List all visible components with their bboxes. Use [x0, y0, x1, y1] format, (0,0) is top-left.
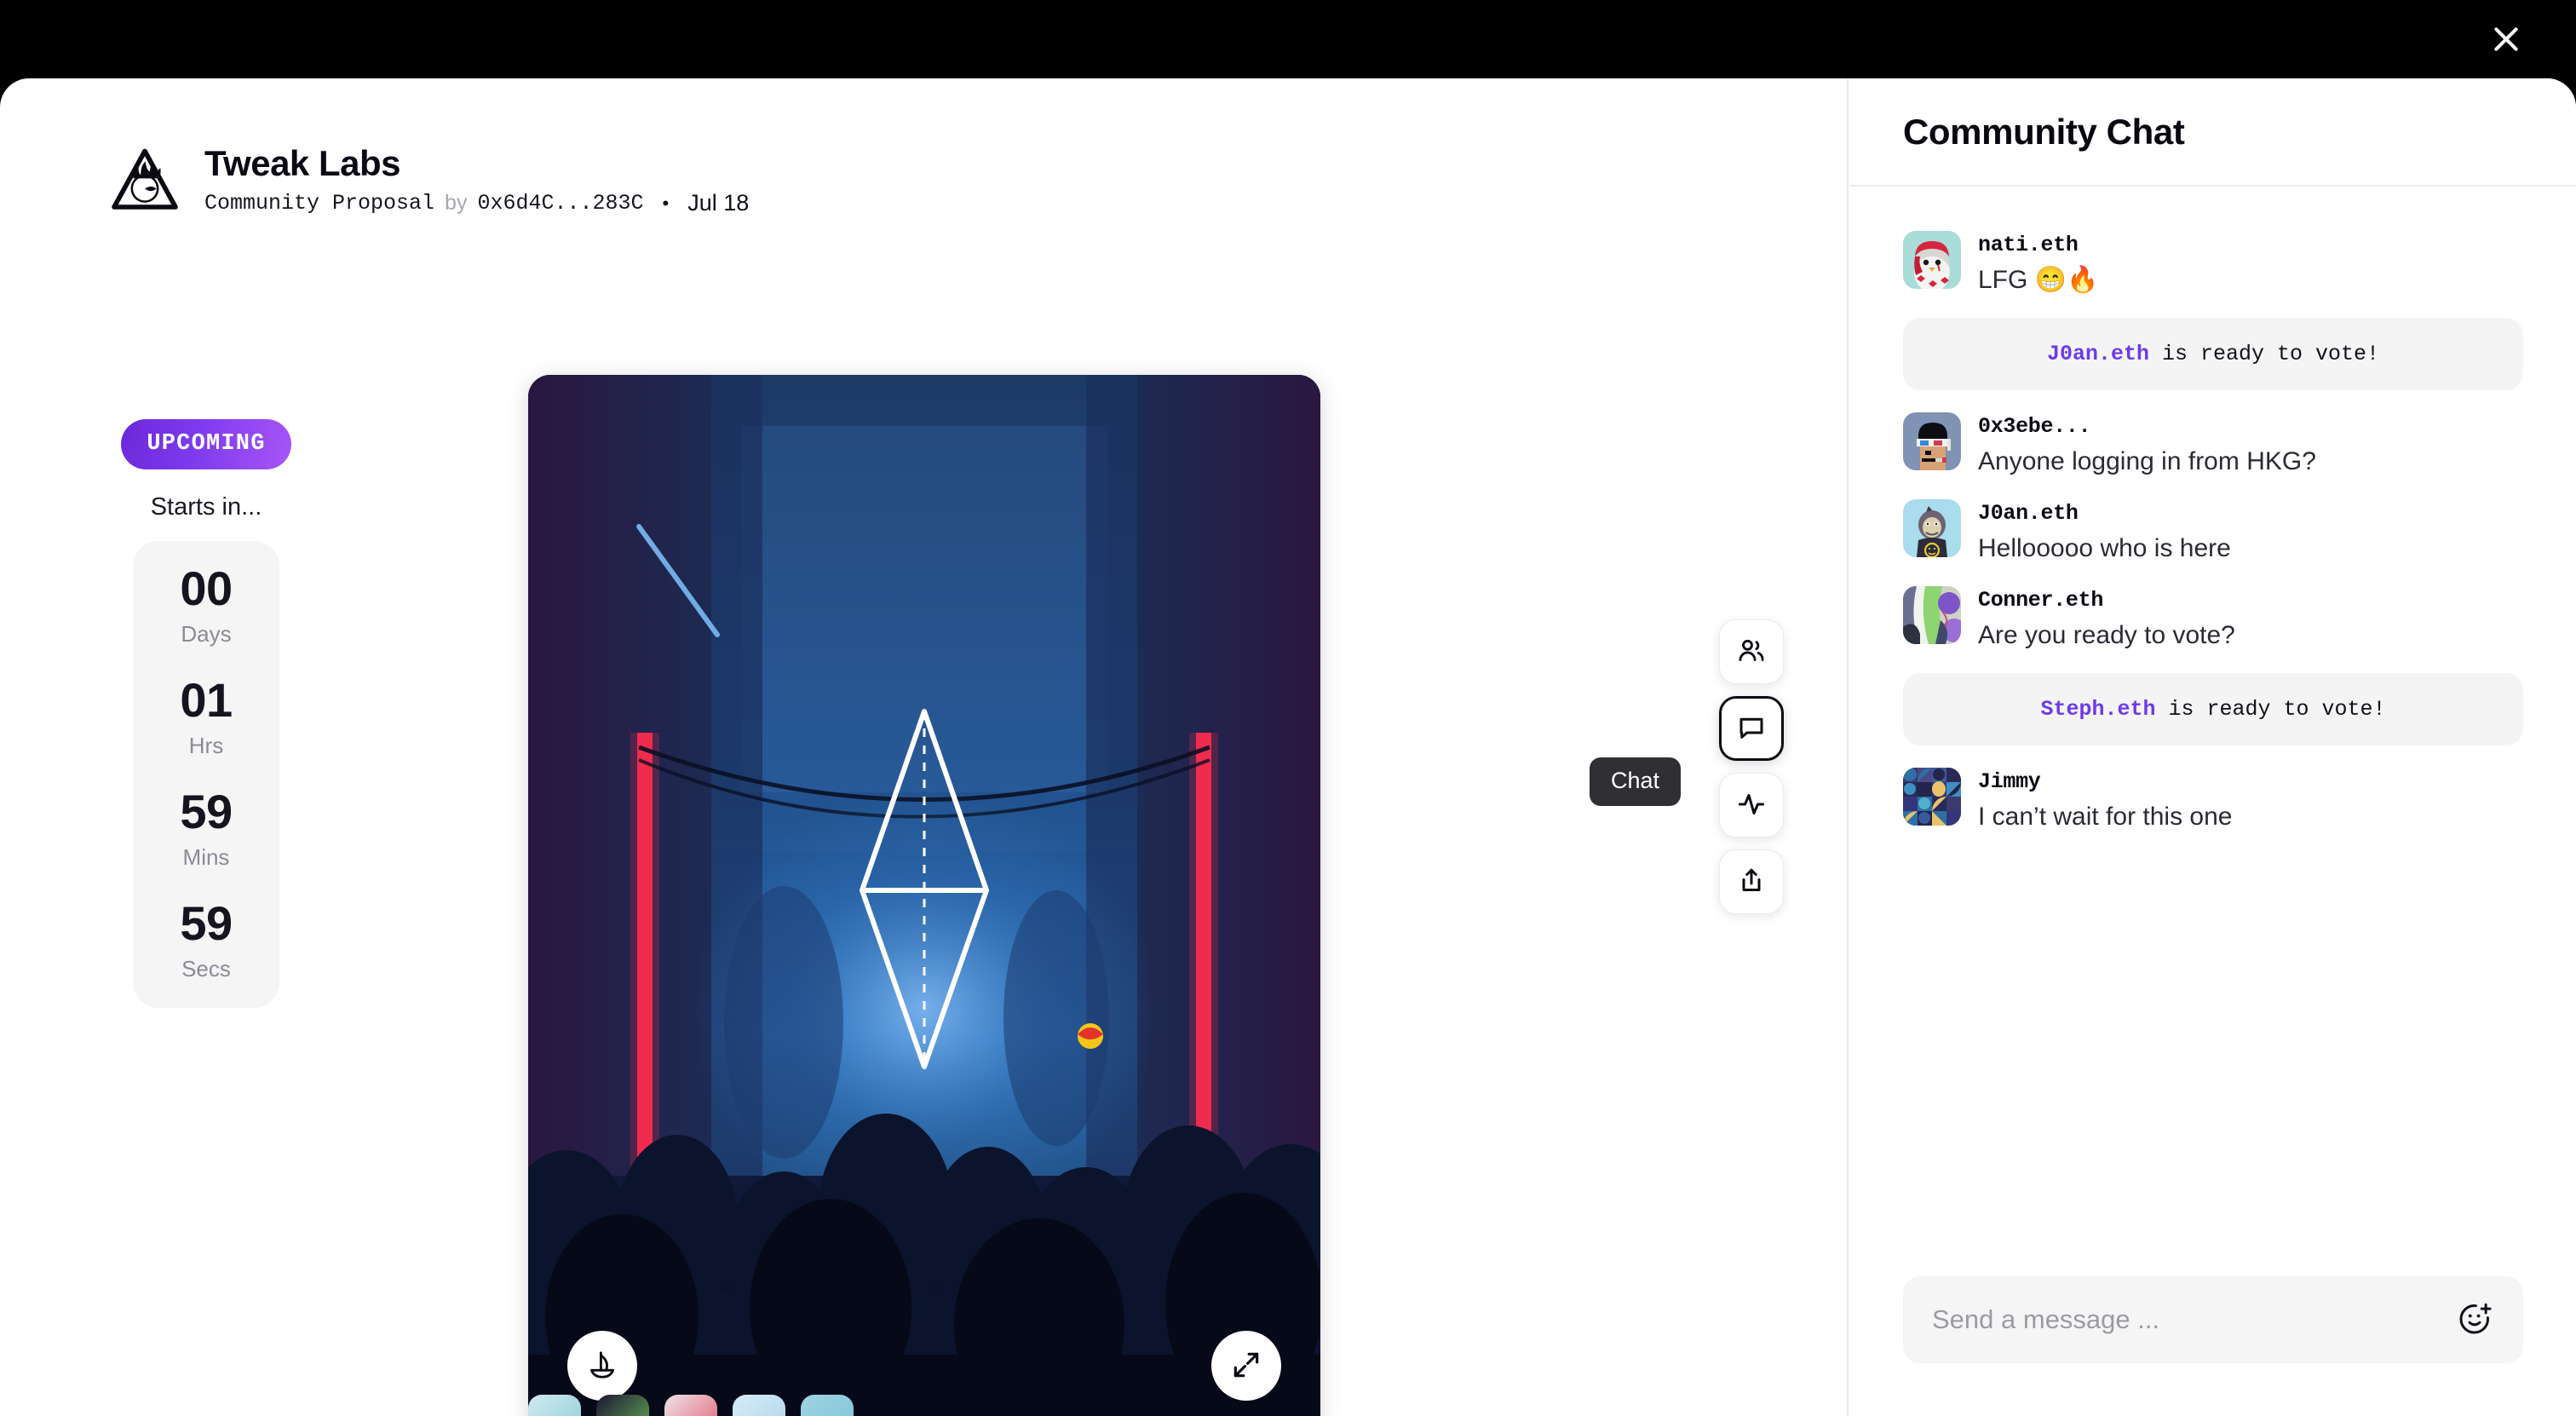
emoji-picker-button[interactable] [2455, 1301, 2494, 1339]
event-by-label: by [445, 191, 468, 216]
chat-bubble-icon [1736, 712, 1767, 745]
chat-system-message: Steph.eth is ready to vote! [1903, 673, 2523, 745]
chat-message-body: 0x3ebe... Anyone logging in from HKG? [1978, 412, 2316, 477]
countdown-secs-value: 59 [180, 896, 233, 950]
attendee-avatar-strip[interactable] [528, 1395, 854, 1416]
event-media-card[interactable] [528, 375, 1320, 1416]
opensea-sailboat-icon [586, 1349, 618, 1384]
chat-message-body: nati.eth LFG 😁🔥 [1978, 231, 2098, 296]
chat-input[interactable] [1932, 1304, 2455, 1335]
chat-message-user: nati.eth [1978, 233, 2079, 257]
attendee-avatar[interactable] [664, 1395, 717, 1416]
close-icon [2489, 22, 2523, 56]
chat-panel-header: Community Chat [1850, 78, 2576, 187]
chat-message-text: LFG 😁🔥 [1978, 266, 2099, 294]
countdown-unit-hours: 01 Hrs [180, 673, 233, 759]
chat-button[interactable] [1719, 696, 1784, 761]
action-rail [1719, 619, 1784, 914]
countdown-hours-value: 01 [180, 673, 233, 727]
countdown-days-label: Days [181, 621, 232, 647]
chat-message: nati.eth LFG 😁🔥 [1903, 231, 2523, 296]
chat-message-user: 0x3ebe... [1978, 414, 2091, 439]
expand-arrows-icon [1230, 1349, 1262, 1384]
chat-message: 0x3ebe... Anyone logging in from HKG? [1903, 412, 2523, 477]
countdown-unit-mins: 59 Mins [180, 785, 233, 871]
avatar[interactable] [1903, 231, 1961, 289]
chat-system-user: Steph.eth [2040, 697, 2156, 722]
pudgy-penguin-avatar [1903, 231, 1961, 289]
chat-message-text: Are you ready to vote? [1978, 621, 2235, 649]
chat-message-text: Anyone logging in from HKG? [1978, 447, 2316, 475]
chat-message-user: Conner.eth [1978, 588, 2104, 613]
chat-message: Jimmy I can’t wait for this one [1903, 768, 2523, 832]
generative-art-avatar [1903, 586, 1961, 644]
bored-ape-avatar [1903, 499, 1961, 557]
event-header: Tweak Labs Community Proposal by 0x6d4C.… [109, 143, 749, 216]
cryptopunk-avatar [1903, 412, 1961, 470]
chat-input-container[interactable] [1903, 1276, 2523, 1363]
modal-top-bar [0, 0, 2576, 78]
event-modal: Tweak Labs Community Proposal by 0x6d4C.… [0, 78, 2576, 1416]
countdown-column: UPCOMING Starts in... 00 Days 01 Hrs 59 … [95, 419, 317, 1008]
share-button[interactable] [1719, 849, 1784, 914]
event-artwork [528, 375, 1320, 1416]
close-button[interactable] [2472, 5, 2540, 73]
activity-pulse-icon [1736, 789, 1767, 822]
status-badge: UPCOMING [121, 419, 291, 469]
emoji-plus-icon [2457, 1301, 2493, 1339]
people-icon [1736, 636, 1767, 669]
attendee-avatar[interactable] [596, 1395, 649, 1416]
countdown-card: 00 Days 01 Hrs 59 Mins 59 Secs [133, 541, 279, 1008]
event-date: Jul 18 [687, 190, 750, 216]
avatar[interactable] [1903, 499, 1961, 557]
geometric-art-avatar [1903, 768, 1961, 826]
red-bull-logo [1078, 1023, 1103, 1049]
event-title: Tweak Labs [204, 143, 400, 183]
event-meta: Community Proposal by 0x6d4C...283C • Ju… [204, 190, 749, 216]
event-header-text: Tweak Labs Community Proposal by 0x6d4C.… [204, 143, 749, 216]
share-up-icon [1736, 866, 1767, 899]
chat-message: J0an.eth Hellooooo who is here [1903, 499, 2523, 564]
opensea-button[interactable] [567, 1331, 637, 1401]
chat-system-text: is ready to vote! [2155, 697, 2386, 722]
chat-message-text: I can’t wait for this one [1978, 803, 2233, 831]
participants-button[interactable] [1719, 619, 1784, 684]
attendee-avatar[interactable] [733, 1395, 785, 1416]
countdown-mins-value: 59 [180, 785, 233, 838]
chat-tooltip: Chat [1590, 757, 1682, 806]
chat-message-body: Jimmy I can’t wait for this one [1978, 768, 2232, 832]
attendee-avatar[interactable] [528, 1395, 581, 1416]
activity-button[interactable] [1719, 773, 1784, 838]
chat-message-list[interactable]: nati.eth LFG 😁🔥 J0an.eth is ready to vot… [1850, 187, 2576, 1261]
chat-system-message: J0an.eth is ready to vote! [1903, 318, 2523, 390]
chat-system-user: J0an.eth [2046, 342, 2149, 366]
chat-message-body: J0an.eth Hellooooo who is here [1978, 499, 2231, 564]
attendee-avatar[interactable] [801, 1395, 854, 1416]
chat-message-user: J0an.eth [1978, 501, 2079, 526]
countdown-secs-label: Secs [181, 956, 231, 981]
chat-message-user: Jimmy [1978, 769, 2041, 794]
starts-in-label: Starts in... [150, 493, 262, 521]
event-main-pane: Tweak Labs Community Proposal by 0x6d4C.… [0, 78, 1849, 1416]
event-kind: Community Proposal [204, 191, 435, 216]
avatar[interactable] [1903, 412, 1961, 470]
chat-message-body: Conner.eth Are you ready to vote? [1978, 586, 2235, 651]
countdown-unit-days: 00 Days [180, 561, 233, 648]
avatar[interactable] [1903, 768, 1961, 826]
warning-triangle-flame-eye-logo-icon [109, 144, 181, 216]
expand-button[interactable] [1211, 1331, 1281, 1401]
countdown-unit-secs: 59 Secs [180, 896, 233, 982]
chat-message: Conner.eth Are you ready to vote? [1903, 586, 2523, 651]
chat-system-text: is ready to vote! [2148, 342, 2380, 366]
event-meta-separator: • [662, 192, 670, 214]
countdown-hours-label: Hrs [188, 733, 224, 758]
avatar[interactable] [1903, 586, 1961, 644]
community-chat-panel: Community Chat nati.eth LFG 😁🔥 J0an.eth … [1850, 78, 2576, 1416]
countdown-days-value: 00 [180, 561, 233, 615]
countdown-mins-label: Mins [182, 844, 230, 870]
chat-panel-title: Community Chat [1903, 111, 2185, 152]
chat-message-text: Hellooooo who is here [1978, 534, 2231, 562]
event-author[interactable]: 0x6d4C...283C [477, 191, 643, 216]
